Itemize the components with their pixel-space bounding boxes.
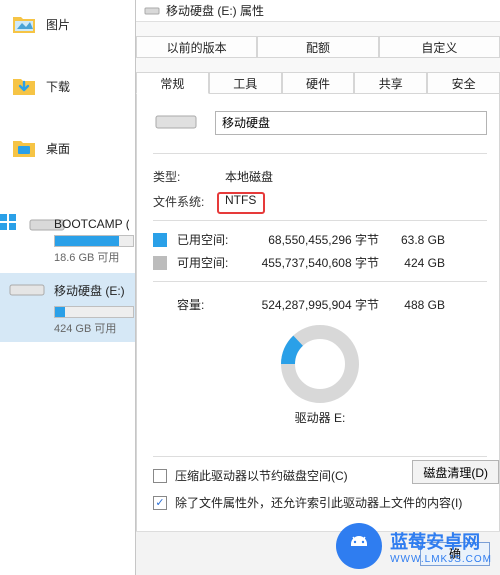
- tabs-row-bottom: 常规 工具 硬件 共享 安全: [136, 72, 500, 94]
- capacity-label: 容量:: [177, 296, 239, 313]
- drive-usage-fill: [55, 236, 119, 246]
- used-label: 已用空间:: [177, 231, 239, 248]
- checkbox-unchecked-icon[interactable]: [153, 469, 167, 483]
- dialog-title: 移动硬盘 (E:) 属性: [166, 2, 264, 19]
- type-label: 类型:: [153, 168, 225, 185]
- tab-sharing[interactable]: 共享: [354, 72, 427, 94]
- explorer-sidebar: 图片 下载 桌面 BOOTCAMP (: [0, 0, 135, 575]
- tabs-row-top: 以前的版本 配额 自定义: [136, 36, 500, 58]
- sidebar-drive-removable[interactable]: 移动硬盘 (E:) 424 GB 可用: [0, 273, 135, 342]
- free-human: 424 GB: [379, 256, 445, 270]
- separator: [153, 220, 487, 221]
- separator: [153, 153, 487, 154]
- drive-name-row: [153, 108, 487, 137]
- free-space-row: 可用空间: 455,737,540,608 字节 424 GB: [153, 254, 487, 271]
- capacity-human: 488 GB: [379, 298, 445, 312]
- drive-letter-label: 驱动器 E:: [153, 409, 487, 426]
- tab-hardware[interactable]: 硬件: [282, 72, 355, 94]
- sidebar-item-label: 下载: [46, 78, 70, 95]
- tab-previous-versions[interactable]: 以前的版本: [136, 36, 257, 58]
- sidebar-item-downloads[interactable]: 下载: [0, 70, 135, 102]
- free-swatch-icon: [153, 256, 167, 270]
- separator: [153, 456, 487, 457]
- used-space-row: 已用空间: 68,550,455,296 字节 63.8 GB: [153, 231, 487, 248]
- compress-label: 压缩此驱动器以节约磁盘空间(C): [175, 467, 348, 484]
- drive-title: 移动硬盘 (E:): [54, 282, 125, 299]
- drive-big-icon: [153, 108, 199, 137]
- free-bytes: 455,737,540,608 字节: [239, 254, 379, 271]
- index-label: 除了文件属性外，还允许索引此驱动器上文件的内容(I): [175, 494, 462, 511]
- drive-title: BOOTCAMP (: [54, 217, 129, 231]
- filesystem-label: 文件系统:: [153, 193, 225, 210]
- disk-cleanup-button[interactable]: 磁盘清理(D): [412, 460, 499, 484]
- used-swatch-icon: [153, 233, 167, 247]
- drive-subtext: 18.6 GB 可用: [54, 249, 129, 265]
- sidebar-item-label: 桌面: [46, 140, 70, 157]
- drive-subtext: 424 GB 可用: [54, 320, 129, 336]
- android-icon: [336, 523, 382, 569]
- tab-body-general: 类型: 本地磁盘 文件系统: NTFS 已用空间: 68,550,455,296…: [136, 94, 500, 574]
- drive-icon: [8, 279, 46, 302]
- type-row: 类型: 本地磁盘: [153, 168, 487, 185]
- properties-dialog: 移动硬盘 (E:) 属性 以前的版本 配额 自定义 常规 工具 硬件 共享 安全…: [135, 0, 500, 575]
- watermark-text-wrap: 蓝莓安卓网 WWW.LMKJS.COM: [390, 528, 492, 565]
- drive-name-input[interactable]: [215, 111, 487, 135]
- index-checkbox-row[interactable]: ✓ 除了文件属性外，还允许索引此驱动器上文件的内容(I): [153, 494, 487, 511]
- sidebar-item-pictures[interactable]: 图片: [0, 8, 135, 40]
- filesystem-row: 文件系统: NTFS: [153, 193, 487, 210]
- usage-donut-chart: [153, 321, 487, 407]
- used-bytes: 68,550,455,296 字节: [239, 231, 379, 248]
- filesystem-value: NTFS: [225, 193, 256, 210]
- sidebar-drive-bootcamp[interactable]: BOOTCAMP ( 18.6 GB 可用: [0, 208, 135, 271]
- tab-security[interactable]: 安全: [427, 72, 500, 94]
- tab-quota[interactable]: 配额: [257, 36, 378, 58]
- tab-tools[interactable]: 工具: [209, 72, 282, 94]
- free-label: 可用空间:: [177, 254, 239, 271]
- drive-usage-fill: [55, 307, 65, 317]
- capacity-row: 容量: 524,287,995,904 字节 488 GB: [153, 296, 487, 313]
- watermark-text: 蓝莓安卓网: [390, 528, 492, 554]
- drive-icon: [144, 5, 160, 17]
- downloads-folder-icon: [12, 75, 36, 97]
- watermark: 蓝莓安卓网 WWW.LMKJS.COM: [336, 523, 492, 569]
- capacity-bytes: 524,287,995,904 字节: [239, 296, 379, 313]
- sidebar-item-label: 图片: [46, 16, 70, 33]
- dialog-titlebar: 移动硬盘 (E:) 属性: [136, 0, 500, 22]
- sidebar-item-desktop[interactable]: 桌面: [0, 132, 135, 164]
- used-human: 63.8 GB: [379, 233, 445, 247]
- windows-logo-icon: [0, 214, 16, 230]
- checkbox-checked-icon[interactable]: ✓: [153, 496, 167, 510]
- pictures-folder-icon: [12, 13, 36, 35]
- drive-usage-bar: [54, 306, 134, 318]
- tab-general[interactable]: 常规: [136, 72, 209, 94]
- desktop-folder-icon: [12, 137, 36, 159]
- tab-customize[interactable]: 自定义: [379, 36, 500, 58]
- type-value: 本地磁盘: [225, 168, 273, 185]
- watermark-subtext: WWW.LMKJS.COM: [390, 554, 492, 565]
- drive-usage-bar: [54, 235, 134, 247]
- separator: [153, 281, 487, 282]
